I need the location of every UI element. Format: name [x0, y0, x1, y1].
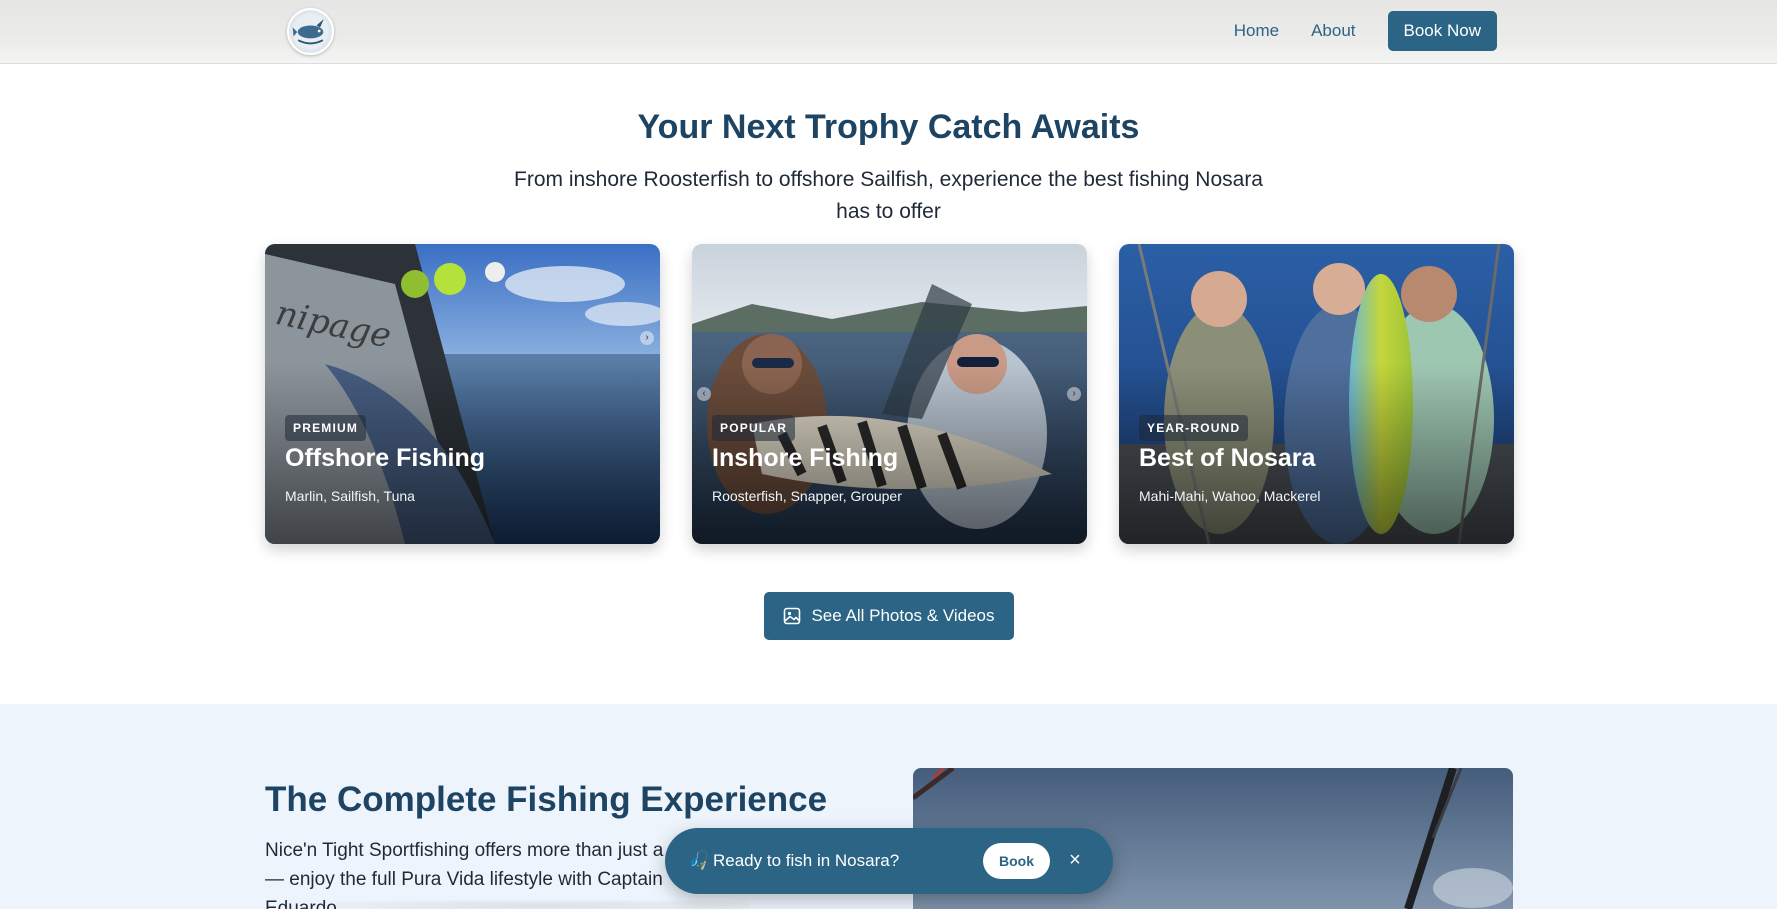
close-icon[interactable]: ×	[1063, 848, 1087, 872]
card-description: Mahi-Mahi, Wahoo, Mackerel	[1139, 488, 1321, 504]
image-icon	[784, 607, 801, 625]
fishing-cards: nipage › PREMIUM Offshore Fishing Marlin…	[265, 244, 1514, 544]
card-badge: YEAR-ROUND	[1139, 415, 1249, 441]
floating-bar-text: Ready to fish in Nosara?	[713, 851, 900, 870]
section-subtitle: From inshore Roosterfish to offshore Sai…	[514, 168, 1263, 223]
chevron-right-icon[interactable]: ›	[1067, 387, 1081, 401]
see-all-photos-label: See All Photos & Videos	[811, 606, 995, 625]
card-badge: PREMIUM	[285, 415, 367, 441]
card-inshore[interactable]: ‹ › POPULAR Inshore Fishing Roosterfish,…	[692, 244, 1087, 544]
nav-about[interactable]: About	[1311, 21, 1355, 41]
decorative-shadow	[330, 900, 750, 909]
logo[interactable]	[287, 8, 334, 55]
chevron-right-icon[interactable]: ›	[640, 331, 654, 345]
card-description: Roosterfish, Snapper, Grouper	[712, 488, 902, 504]
card-best-of-nosara[interactable]: YEAR-ROUND Best of Nosara Mahi-Mahi, Wah…	[1119, 244, 1514, 544]
card-title: Best of Nosara	[1139, 444, 1316, 472]
card-badge: POPULAR	[712, 415, 796, 441]
card-offshore[interactable]: nipage › PREMIUM Offshore Fishing Marlin…	[265, 244, 660, 544]
book-now-button[interactable]: Book Now	[1387, 11, 1497, 51]
main-nav: Home About Book Now	[1234, 11, 1497, 51]
see-all-photos-button[interactable]: See All Photos & Videos	[764, 592, 1014, 640]
card-title: Offshore Fishing	[285, 444, 485, 472]
fishing-pole-icon: 🎣	[687, 850, 710, 870]
card-description: Marlin, Sailfish, Tuna	[285, 488, 415, 504]
site-header: Home About Book Now	[0, 0, 1777, 64]
section-title: Your Next Trophy Catch Awaits	[637, 108, 1140, 146]
floating-booking-bar: 🎣 Ready to fish in Nosara? Book ×	[665, 828, 1113, 894]
chevron-left-icon[interactable]: ‹	[697, 387, 711, 401]
card-title: Inshore Fishing	[712, 444, 899, 472]
nav-home[interactable]: Home	[1234, 21, 1279, 41]
experience-title: The Complete Fishing Experience	[265, 780, 828, 819]
floating-book-button[interactable]: Book	[983, 843, 1050, 879]
